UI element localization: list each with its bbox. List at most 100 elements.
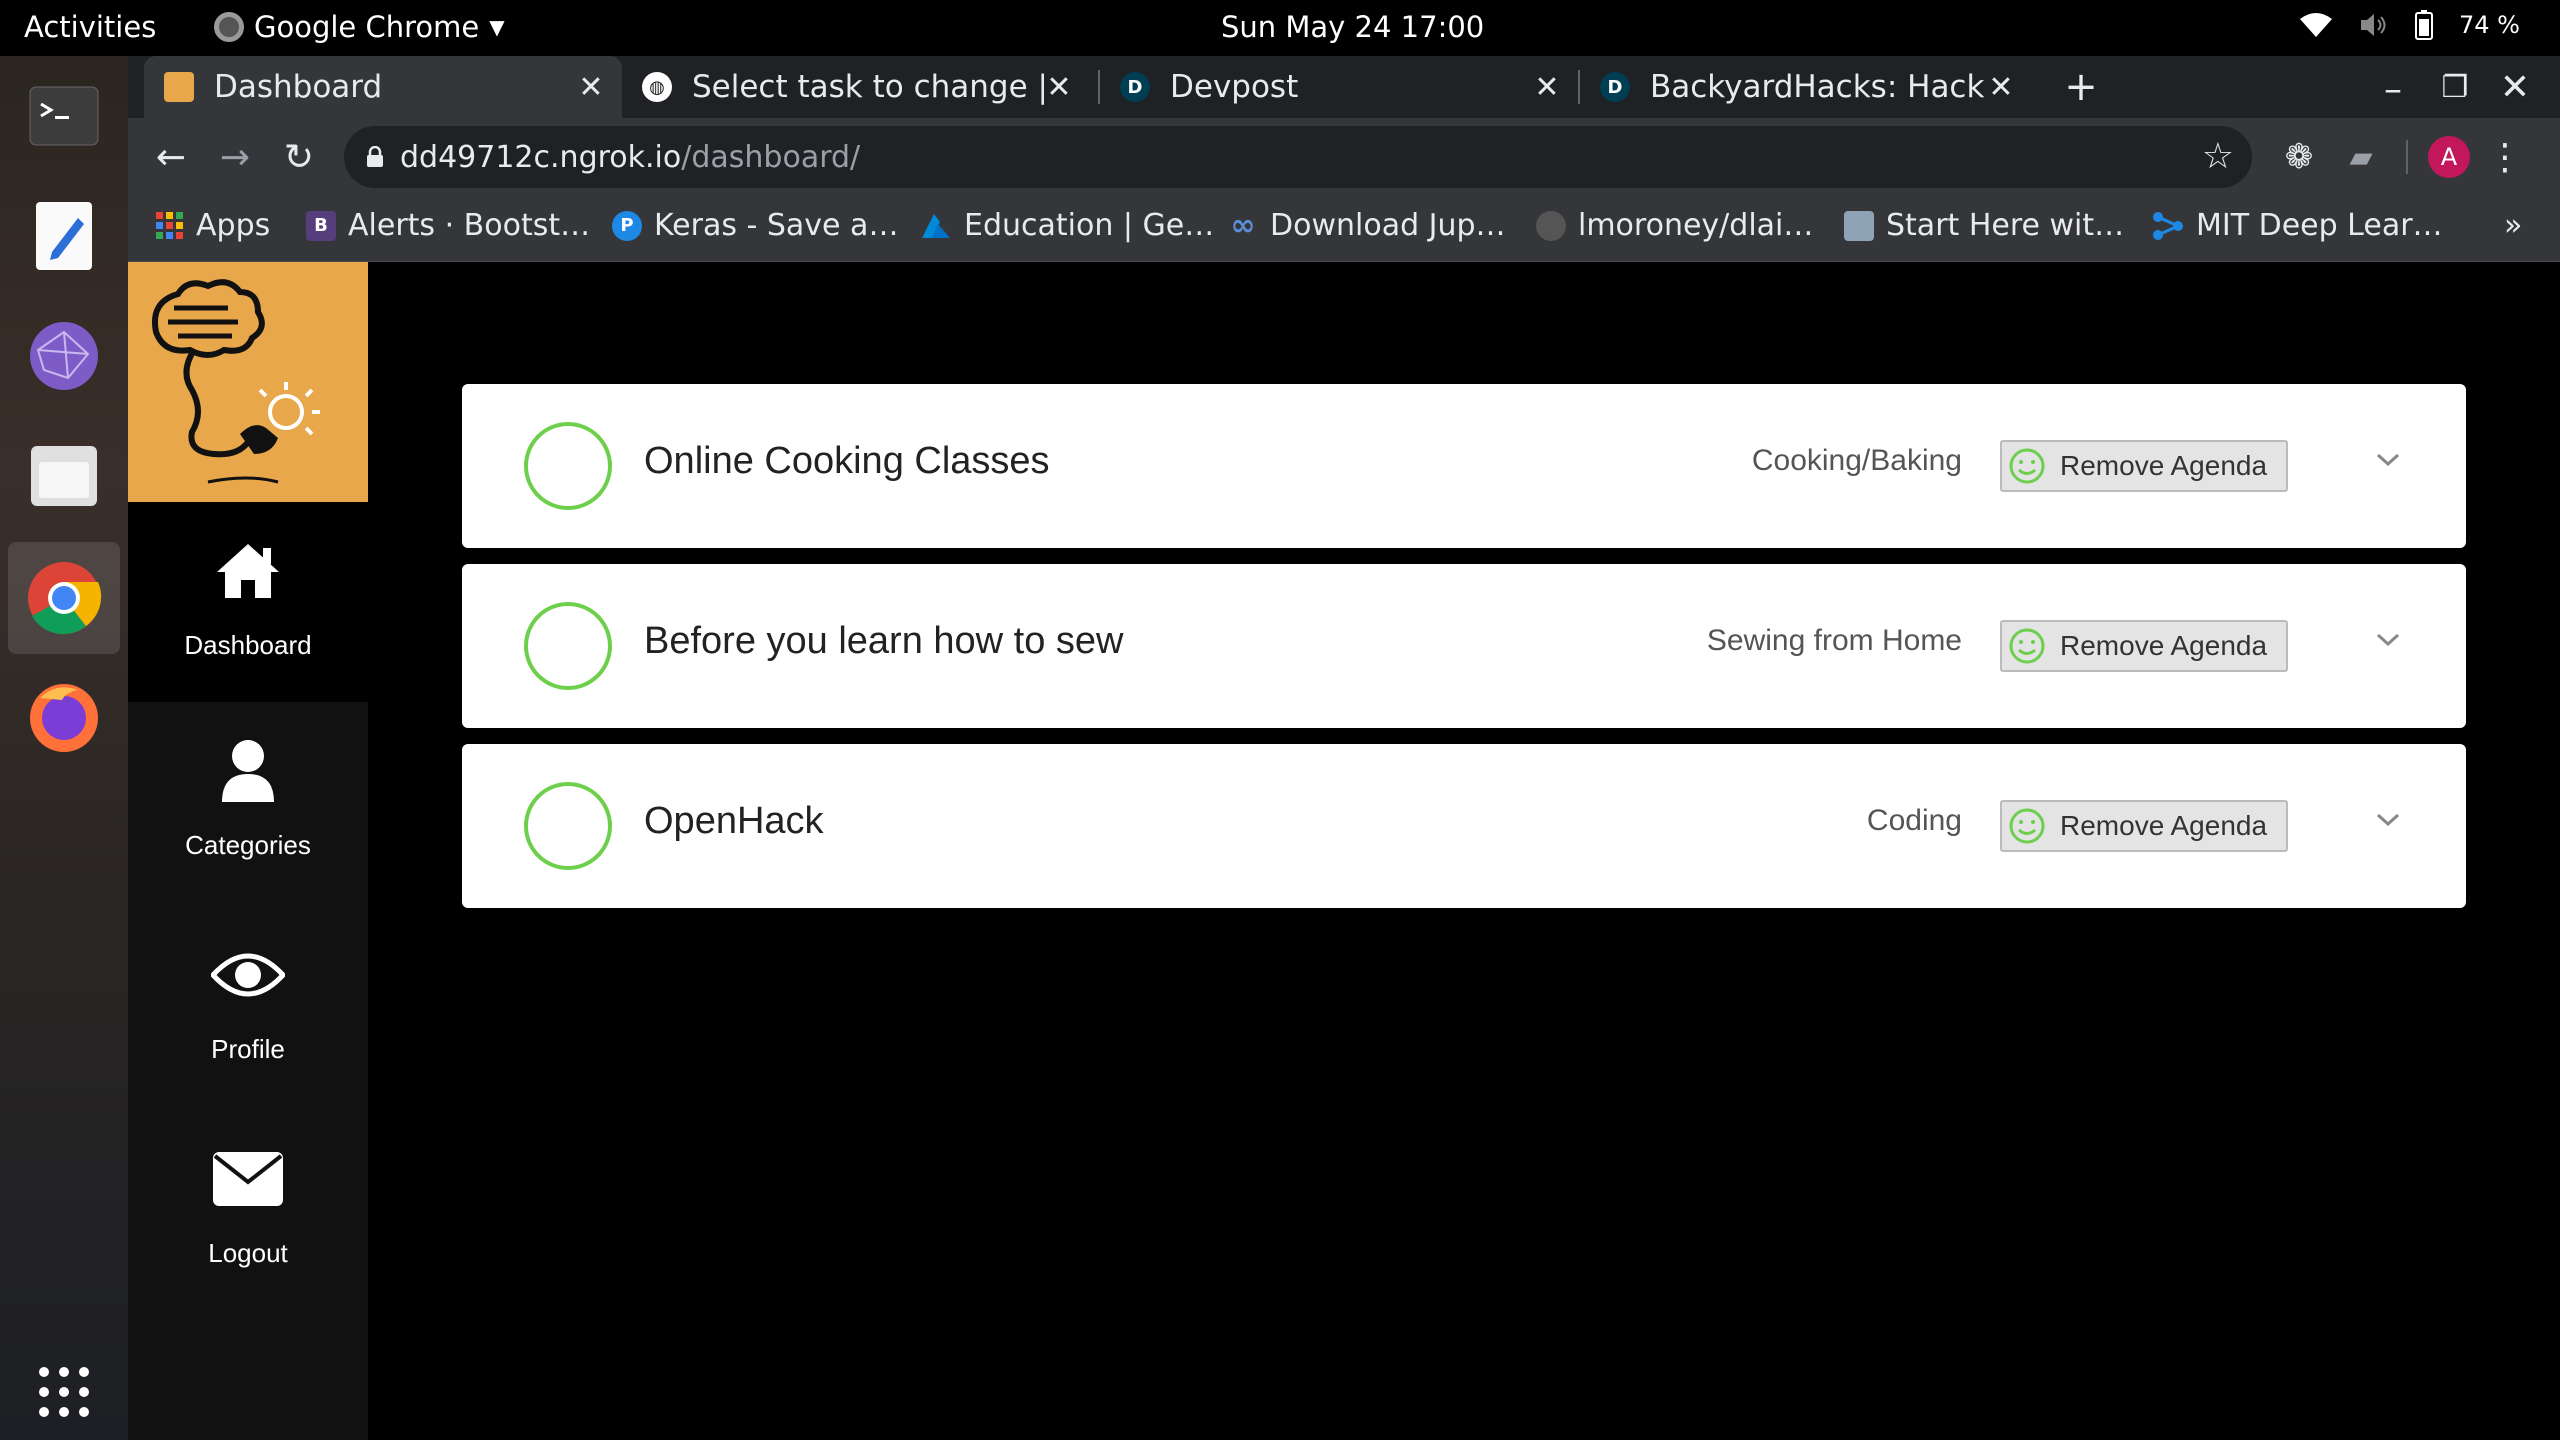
- dock-chrome[interactable]: [8, 542, 120, 654]
- activities-button[interactable]: Activities: [24, 10, 156, 44]
- bookmark-star-icon[interactable]: ☆: [2202, 136, 2234, 177]
- bookmark-apps[interactable]: Apps: [156, 208, 270, 243]
- site-logo-icon: [164, 72, 194, 102]
- bookmark-start-here[interactable]: Start Here wit…: [1844, 208, 2124, 243]
- remove-agenda-button[interactable]: Remove Agenda: [2000, 620, 2288, 672]
- more-bookmarks-button[interactable]: »: [2504, 208, 2522, 243]
- web-page: Dashboard Categories Profile Logout Onli…: [128, 262, 2560, 1440]
- nav-dashboard[interactable]: Dashboard: [128, 502, 368, 702]
- remove-agenda-button[interactable]: Remove Agenda: [2000, 800, 2288, 852]
- bookmark-download-jupyter[interactable]: ∞ Download Jup…: [1228, 208, 1506, 243]
- close-tab-icon[interactable]: ✕: [1532, 70, 1562, 105]
- agenda-status-circle[interactable]: [524, 422, 612, 510]
- eye-icon: [211, 953, 285, 997]
- devpost-icon: D: [1600, 72, 1630, 102]
- smiley-icon: [2009, 448, 2045, 484]
- devpost-icon: D: [1120, 72, 1150, 102]
- side-navigation: Dashboard Categories Profile Logout: [128, 262, 368, 1440]
- extension-button-2[interactable]: ▰: [2336, 132, 2386, 182]
- bookmarks-bar: Apps B Alerts · Bootst… P Keras - Save a…: [128, 198, 2560, 262]
- nav-logout[interactable]: Logout: [128, 1110, 368, 1310]
- bookmark-mit-deep-learning[interactable]: MIT Deep Lear…: [2152, 208, 2443, 243]
- dock-terminal[interactable]: [18, 70, 110, 162]
- agenda-card[interactable]: Online Cooking Classes Cooking/Baking Re…: [462, 384, 2466, 548]
- nav-categories[interactable]: Categories: [128, 702, 368, 902]
- image-icon: [1844, 210, 1874, 241]
- profile-avatar[interactable]: A: [2428, 136, 2470, 178]
- bookmark-label: Alerts · Bootst…: [348, 208, 591, 243]
- agenda-card[interactable]: Before you learn how to sew Sewing from …: [462, 564, 2466, 728]
- address-bar[interactable]: dd49712c.ngrok.io/dashboard/ ☆: [344, 126, 2252, 188]
- pi-icon: P: [612, 210, 642, 241]
- dock-network-app[interactable]: [18, 310, 110, 402]
- remove-agenda-label: Remove Agenda: [2060, 450, 2268, 481]
- tab-select-task[interactable]: ◍ Select task to change | Dja ✕: [622, 56, 1090, 118]
- remove-agenda-label: Remove Agenda: [2060, 810, 2268, 841]
- agenda-card[interactable]: OpenHack Coding Remove Agenda: [462, 744, 2466, 908]
- dock-show-apps[interactable]: [18, 1346, 110, 1438]
- arrow-right-icon: →: [219, 136, 251, 178]
- expand-button[interactable]: [2368, 620, 2408, 660]
- folder-icon: [31, 446, 97, 506]
- agenda-title: OpenHack: [644, 800, 824, 842]
- chevron-down-icon: [2376, 453, 2400, 467]
- expand-button[interactable]: [2368, 800, 2408, 840]
- close-tab-icon[interactable]: ✕: [576, 70, 606, 105]
- toolbar-divider: [2406, 140, 2408, 174]
- system-clock[interactable]: Sun May 24 17:00: [1221, 10, 1484, 44]
- close-tab-icon[interactable]: ✕: [1986, 70, 2016, 105]
- tab-devpost[interactable]: D Devpost ✕: [1100, 56, 1578, 118]
- nav-label: Dashboard: [184, 630, 312, 660]
- remove-agenda-button[interactable]: Remove Agenda: [2000, 440, 2288, 492]
- reload-button[interactable]: ↻: [274, 132, 324, 182]
- smiley-icon: [2009, 628, 2045, 664]
- brain-lightbulb-logo: [152, 279, 320, 484]
- url-path: /dashboard/: [681, 139, 861, 175]
- dock-firefox[interactable]: [18, 670, 110, 762]
- back-button[interactable]: ←: [146, 132, 196, 182]
- forward-button[interactable]: →: [210, 132, 260, 182]
- network-icon: [2153, 211, 2183, 240]
- dock-files[interactable]: [18, 430, 110, 522]
- agenda-category: Cooking/Baking: [1751, 444, 1962, 477]
- user-icon: [222, 740, 274, 802]
- terminal-icon: [29, 86, 99, 146]
- dock-text-editor[interactable]: [18, 190, 110, 282]
- bookmark-lmoroney-dlai[interactable]: lmoroney/dlai…: [1536, 208, 1813, 243]
- restore-button[interactable]: ❐: [2430, 62, 2480, 112]
- new-tab-button[interactable]: +: [2056, 62, 2106, 112]
- nav-profile[interactable]: Profile: [128, 906, 368, 1106]
- chevron-down-icon: [2376, 813, 2400, 827]
- close-window-button[interactable]: ✕: [2490, 62, 2540, 112]
- agenda-status-circle[interactable]: [524, 602, 612, 690]
- bookmark-label: Start Here wit…: [1886, 208, 2125, 243]
- battery-icon: [2415, 10, 2434, 40]
- bookmark-education[interactable]: Education | Ge…: [920, 208, 1214, 243]
- menu-button[interactable]: ⋮: [2480, 132, 2530, 182]
- smiley-icon: [2009, 808, 2045, 844]
- app-menu[interactable]: Google Chrome ▼: [214, 10, 505, 44]
- agenda-category: Coding: [1866, 804, 1962, 837]
- globe-icon: ◍: [642, 72, 672, 102]
- tab-backyardhacks[interactable]: D BackyardHacks: Hacks tha ✕: [1580, 56, 2032, 118]
- minimize-button[interactable]: –: [2368, 64, 2418, 114]
- caret-down-icon: ▼: [489, 15, 505, 39]
- system-tray[interactable]: 74 %: [2299, 10, 2520, 40]
- app-dock: [0, 56, 128, 1440]
- browser-toolbar: ← → ↻ dd49712c.ngrok.io/dashboard/ ☆ ❁ ▰…: [128, 118, 2560, 198]
- nav-label: Logout: [208, 1238, 288, 1268]
- bookmark-keras[interactable]: P Keras - Save a…: [612, 208, 898, 243]
- tab-dashboard[interactable]: Dashboard ✕: [144, 56, 622, 118]
- bookmark-label: Education | Ge…: [964, 208, 1215, 243]
- expand-button[interactable]: [2368, 440, 2408, 480]
- extension-button[interactable]: ❁: [2274, 132, 2324, 182]
- app-menu-label: Google Chrome: [254, 10, 480, 44]
- restore-icon: ❐: [2441, 69, 2469, 105]
- remove-agenda-label: Remove Agenda: [2060, 630, 2268, 661]
- kebab-menu-icon: ⋮: [2487, 136, 2523, 178]
- agenda-status-circle[interactable]: [524, 782, 612, 870]
- close-tab-icon[interactable]: ✕: [1044, 70, 1074, 105]
- bookmark-alerts-bootstrap[interactable]: B Alerts · Bootst…: [306, 208, 590, 243]
- site-logo[interactable]: [128, 262, 368, 502]
- tab-title: Dashboard: [214, 69, 383, 105]
